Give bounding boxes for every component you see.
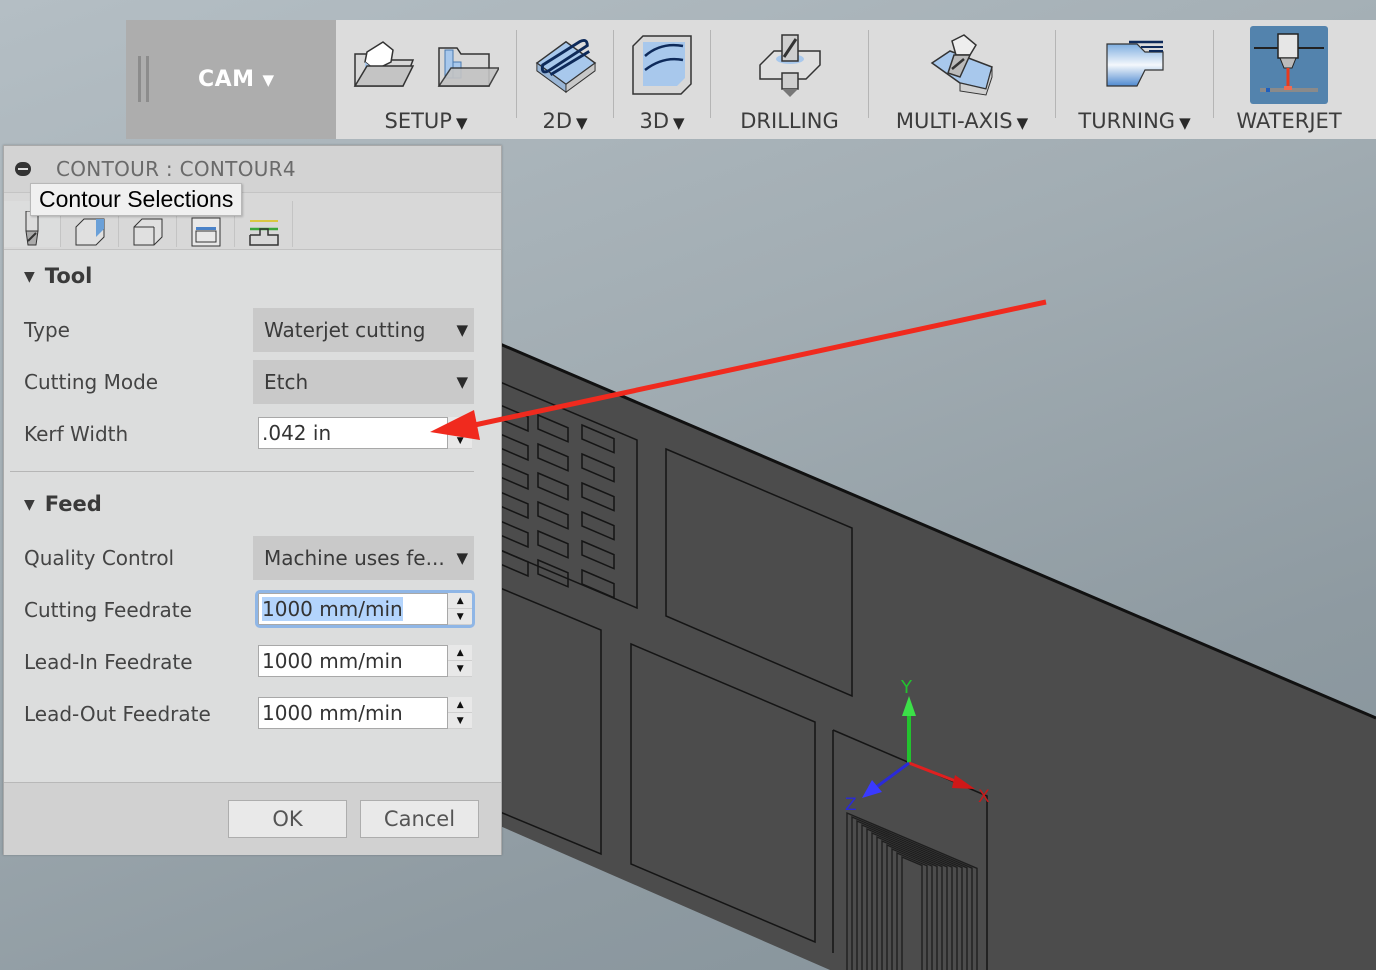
decrement-icon[interactable]: ▼ xyxy=(448,661,472,677)
dialog-footer: OK Cancel xyxy=(4,782,501,855)
lead-out-feedrate-input[interactable]: 1000 mm/min xyxy=(258,697,449,729)
chevron-down-icon: ▼ xyxy=(1016,114,1029,132)
multi-axis-label: MULTI-AXIS xyxy=(895,109,1013,133)
passes-icon xyxy=(191,217,221,247)
multi-axis-icon[interactable] xyxy=(930,33,994,97)
z-axis-label: Z xyxy=(845,795,857,815)
decrement-icon[interactable]: ▼ xyxy=(448,713,472,729)
quality-control-select[interactable]: Machine uses fe... ▼ xyxy=(253,536,474,580)
increment-icon[interactable]: ▲ xyxy=(448,417,472,433)
type-label: Type xyxy=(24,318,70,342)
turning-icon[interactable] xyxy=(1103,33,1167,97)
dropdown-arrow-icon: ▼ xyxy=(456,373,468,391)
setup-folder-icon[interactable] xyxy=(436,33,500,97)
3d-milling-icon[interactable] xyxy=(630,33,694,97)
workspace-label: CAM xyxy=(197,67,255,92)
lead-out-feedrate-field[interactable]: 1000 mm/min ▲ ▼ xyxy=(258,697,472,729)
tab-linking[interactable] xyxy=(236,201,293,247)
quality-control-label: Quality Control xyxy=(24,546,175,570)
toolbar-group-drilling[interactable]: DRILLING xyxy=(711,20,868,139)
chevron-down-icon: ▼ xyxy=(455,114,468,132)
dropdown-arrow-icon: ▼ xyxy=(456,321,468,339)
waterjet-icon[interactable] xyxy=(1250,26,1328,104)
dropdown-arrow-icon: ▼ xyxy=(456,549,468,567)
collapse-icon[interactable] xyxy=(15,162,31,176)
workspace-switcher[interactable]: CAM ▼ xyxy=(126,20,336,139)
chevron-down-icon: ▼ xyxy=(262,70,275,89)
decrement-icon[interactable]: ▼ xyxy=(448,609,472,625)
2d-label: 2D xyxy=(542,109,572,133)
geometry-icon xyxy=(75,218,105,246)
waterjet-label: WATERJET xyxy=(1236,109,1342,133)
cutting-feedrate-label: Cutting Feedrate xyxy=(24,598,192,622)
contour-dialog: CONTOUR : CONTOUR4 Contour Selections ▼ T… xyxy=(3,145,502,855)
linking-icon xyxy=(249,220,279,246)
toolbar-group-waterjet[interactable]: WATERJET xyxy=(1214,20,1364,139)
increment-icon[interactable]: ▲ xyxy=(448,697,472,713)
heights-icon xyxy=(133,218,163,246)
toolbar-grip-handle[interactable] xyxy=(138,56,149,102)
3d-label: 3D xyxy=(639,109,669,133)
section-tool-header[interactable]: ▼ Tool xyxy=(24,264,92,288)
ok-button[interactable]: OK xyxy=(228,800,347,838)
chevron-down-icon: ▼ xyxy=(672,114,685,132)
lead-in-feedrate-input[interactable]: 1000 mm/min xyxy=(258,645,449,677)
cam-toolbar: CAM ▼ SETUP ▼ 2D ▼ 3D ▼ DRILLING MULTI-A… xyxy=(126,20,1376,139)
turning-label: TURNING xyxy=(1078,109,1176,133)
setup-label: SETUP xyxy=(384,109,452,133)
kerf-width-label: Kerf Width xyxy=(24,422,129,446)
collapse-triangle-icon: ▼ xyxy=(24,497,35,513)
chevron-down-icon: ▼ xyxy=(575,114,588,132)
y-axis-label: Y xyxy=(900,677,913,698)
increment-icon[interactable]: ▲ xyxy=(448,645,472,661)
cutting-mode-label: Cutting Mode xyxy=(24,370,159,394)
toolbar-group-2d[interactable]: 2D ▼ xyxy=(517,20,613,139)
tool-icon xyxy=(25,211,39,246)
toolbar-group-turning[interactable]: TURNING ▼ xyxy=(1056,20,1213,139)
lead-in-feedrate-label: Lead-In Feedrate xyxy=(24,650,193,674)
toolbar-group-3d[interactable]: 3D ▼ xyxy=(614,20,710,139)
dialog-title: CONTOUR : CONTOUR4 xyxy=(56,157,296,181)
increment-icon[interactable]: ▲ xyxy=(448,593,472,609)
kerf-width-input[interactable]: .042 in xyxy=(258,417,449,449)
toolbar-group-setup[interactable]: SETUP ▼ xyxy=(336,20,516,139)
setup-new-icon[interactable] xyxy=(352,33,416,97)
lead-in-feedrate-field[interactable]: 1000 mm/min ▲ ▼ xyxy=(258,645,472,677)
drilling-label: DRILLING xyxy=(740,109,839,133)
lead-out-feedrate-label: Lead-Out Feedrate xyxy=(24,702,211,726)
x-axis-label: X xyxy=(978,787,990,807)
collapse-triangle-icon: ▼ xyxy=(24,269,35,285)
cutting-mode-select[interactable]: Etch ▼ xyxy=(253,360,474,404)
type-select[interactable]: Waterjet cutting ▼ xyxy=(253,308,474,352)
2d-milling-icon[interactable] xyxy=(533,33,597,97)
drilling-icon[interactable] xyxy=(758,33,822,97)
section-divider xyxy=(10,471,474,472)
tooltip: Contour Selections xyxy=(30,183,243,216)
cutting-feedrate-input[interactable]: 1000 mm/min xyxy=(258,593,449,625)
chevron-down-icon: ▼ xyxy=(1179,114,1191,132)
toolbar-group-multi-axis[interactable]: MULTI-AXIS ▼ xyxy=(869,20,1055,139)
kerf-width-field[interactable]: .042 in ▲ ▼ xyxy=(258,417,472,449)
section-feed-header[interactable]: ▼ Feed xyxy=(24,492,102,516)
cutting-feedrate-field[interactable]: 1000 mm/min ▲ ▼ xyxy=(255,590,475,628)
decrement-icon[interactable]: ▼ xyxy=(448,433,472,449)
cancel-button[interactable]: Cancel xyxy=(360,800,479,838)
